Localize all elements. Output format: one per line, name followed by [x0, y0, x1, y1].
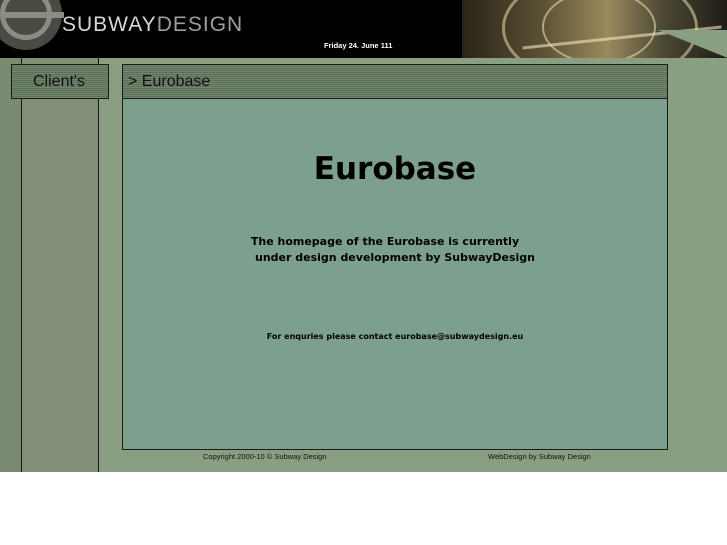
clients-nav-button[interactable]: Client's: [11, 64, 109, 99]
section-title-bar: > Eurobase: [122, 64, 668, 99]
current-date: Friday 24. June 111: [324, 41, 393, 50]
page-heading: Eurobase: [313, 151, 477, 187]
contact-info: For enquries please contact eurobase@sub…: [123, 332, 667, 341]
left-column-inner: [22, 58, 99, 472]
clients-nav-label: Client's: [33, 73, 85, 90]
status-message-line-2: under design development by SubwayDesign: [255, 251, 535, 264]
page: SUBWAYDESIGN Friday 24. June 111 Client'…: [0, 0, 727, 472]
status-message-line-1: The homepage of the Eurobase is currentl…: [250, 235, 520, 248]
logo-mark-icon: [0, 0, 64, 50]
contact-email-link[interactable]: eurobase@subwaydesign.eu: [395, 332, 523, 341]
header: SUBWAYDESIGN Friday 24. June 111: [0, 0, 727, 58]
section-title: > Eurobase: [128, 73, 211, 90]
logo[interactable]: SUBWAYDESIGN: [62, 13, 243, 37]
content-panel: Eurobase The homepage of the Eurobase is…: [122, 98, 668, 450]
footer-copyright: Copyright 2000-10 © Subway Design: [203, 452, 327, 461]
left-column-outer: [0, 58, 22, 472]
subway-photo-banner: [462, 0, 727, 58]
contact-prefix: For enquries please contact: [266, 332, 393, 341]
logo-secondary: DESIGN: [156, 13, 244, 36]
footer-credit-link[interactable]: WebDesign by Subway Design: [488, 452, 591, 461]
logo-primary: SUBWAY: [62, 13, 157, 36]
